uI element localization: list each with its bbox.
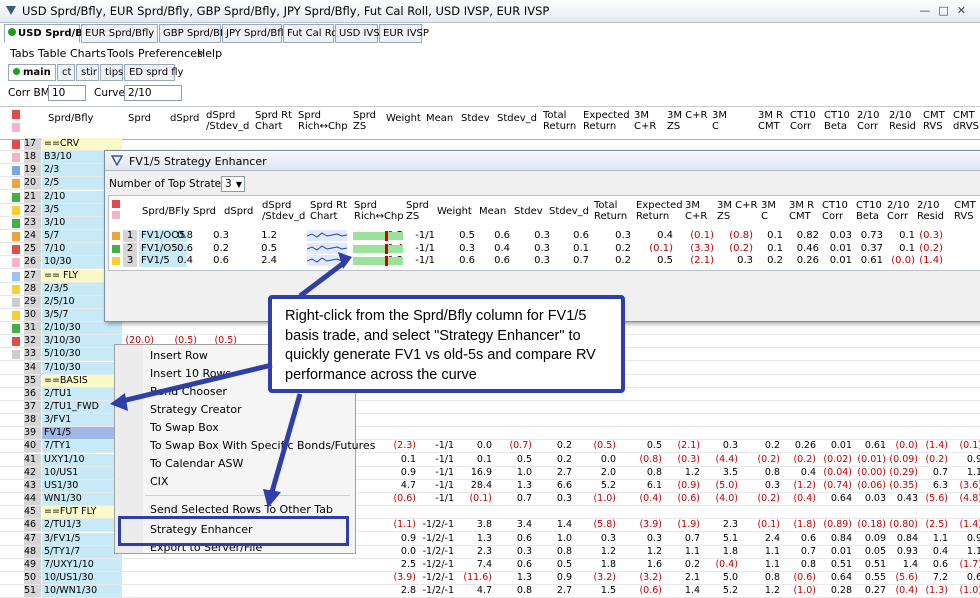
table-cell: (0.6) <box>793 571 816 583</box>
table-cell: 1.4 <box>902 558 918 570</box>
table-cell: 0.6 <box>932 558 948 570</box>
table-cell: 5.2 <box>722 585 738 597</box>
row-label[interactable]: 10/WN1/30 <box>42 585 122 598</box>
table-cell: (0.4) <box>715 558 738 570</box>
table-cell: 0.55 <box>864 571 886 583</box>
table-row[interactable]: 50 10/US1/30 (3.9) -1/2/-1 (11.6) 1.3 0.9 (3.2)… <box>0 571 980 585</box>
table-cell: 1.8 <box>600 558 616 570</box>
table-cell: -1/2/-1 <box>422 585 454 597</box>
table-cell: 0.27 <box>864 585 886 597</box>
table-cell: (1.3) <box>925 585 948 597</box>
row-label[interactable]: 7/UXY1/10 <box>42 558 122 571</box>
arrow-to-fv15-icon <box>117 362 273 405</box>
table-cell: -1/2/-1 <box>422 558 454 570</box>
table-cell: 1.6 <box>646 558 662 570</box>
table-cell: 7.2 <box>932 571 948 583</box>
table-row[interactable]: 49 7/UXY1/10 2.5 -1/2/-1 7.4 0.6 0.5 1.8 1.6 0.2 (… <box>0 558 980 572</box>
table-cell: (3.9) <box>393 571 416 583</box>
table-cell: 0.6 <box>516 558 532 570</box>
table-cell: (0.6) <box>639 585 662 597</box>
table-cell: 1.1 <box>764 558 780 570</box>
table-cell: (1.0) <box>959 585 980 597</box>
table-cell: 5.0 <box>722 571 738 583</box>
arrow-to-menu-icon <box>263 489 281 508</box>
table-cell: (3.2) <box>639 571 662 583</box>
arrow-to-menu-icon <box>269 393 303 493</box>
table-cell: 0.9 <box>556 571 572 583</box>
table-cell: (3.2) <box>593 571 616 583</box>
table-cell: (1.0) <box>793 585 816 597</box>
table-cell: (5.6) <box>895 571 918 583</box>
row-number: 50 <box>24 571 41 584</box>
table-cell: 4.7 <box>476 585 492 597</box>
table-cell: 1.2 <box>764 585 780 597</box>
arrow-to-fv15-icon <box>110 393 128 411</box>
annotation-arrows <box>110 252 352 508</box>
table-cell: 2.8 <box>400 585 416 597</box>
table-cell: 0.51 <box>830 558 852 570</box>
table-cell: 1.4 <box>684 585 700 597</box>
table-cell: 0.64 <box>830 571 852 583</box>
table-cell: 1.3 <box>516 571 532 583</box>
table-cell: 1.5 <box>600 585 616 597</box>
table-cell: 0.2 <box>684 558 700 570</box>
arrow-to-dialog-icon <box>298 260 347 298</box>
table-cell: 0.5 <box>556 558 572 570</box>
table-cell: (11.6) <box>463 571 492 583</box>
table-cell: 0.6 <box>966 571 980 583</box>
table-cell: 0.8 <box>764 571 780 583</box>
table-cell: (0.4) <box>895 585 918 597</box>
row-number: 49 <box>24 558 41 571</box>
table-cell: 0.8 <box>516 585 532 597</box>
table-cell: 2.5 <box>400 558 416 570</box>
table-cell: 2.7 <box>556 585 572 597</box>
table-cell: (1.7) <box>959 558 980 570</box>
row-number: 51 <box>24 585 41 598</box>
row-label[interactable]: 10/US1/30 <box>42 571 122 584</box>
table-cell: -1/2/-1 <box>422 571 454 583</box>
table-row[interactable]: 51 10/WN1/30 2.8 -1/2/-1 4.7 0.8 2.7 1.5 (0.6) 1.… <box>0 585 980 598</box>
table-cell: 7.4 <box>476 558 492 570</box>
table-cell: 0.8 <box>800 558 816 570</box>
table-cell: 0.28 <box>830 585 852 597</box>
table-cell: 0.51 <box>864 558 886 570</box>
table-cell: 2.1 <box>684 571 700 583</box>
